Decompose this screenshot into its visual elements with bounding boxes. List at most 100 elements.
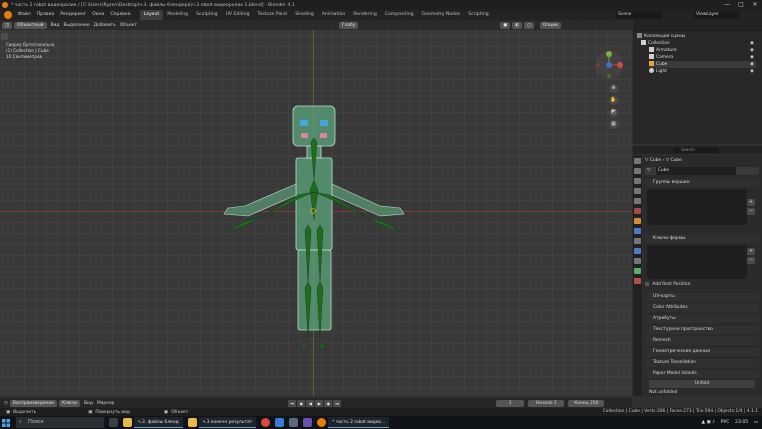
outliner-item-armature[interactable]: Armature ◉: [649, 47, 756, 54]
jump-start-button[interactable]: ⏮: [288, 399, 297, 407]
play-button[interactable]: ▶: [315, 399, 324, 407]
geometry-data-panel-header[interactable]: Геометрические данные: [645, 348, 759, 356]
add-rest-position-checkbox[interactable]: Add Rest Position: [645, 281, 759, 289]
outliner-scene-collection[interactable]: Коллекция сцены: [637, 33, 685, 40]
windows-start-button[interactable]: [0, 416, 12, 429]
paper-model-islands-panel-header[interactable]: Paper Model Islands: [645, 370, 759, 378]
taskbar-item-folder-1[interactable]: ч.3. файлы бленд: [134, 417, 183, 428]
file-explorer-icon[interactable]: [123, 418, 132, 427]
constraints-tab-icon[interactable]: [634, 258, 641, 264]
tab-scripting[interactable]: Scripting: [464, 10, 492, 20]
mesh-data-name-field[interactable]: Cube: [655, 167, 736, 175]
scene-tab-icon[interactable]: [634, 198, 641, 204]
maximize-button[interactable]: □: [734, 0, 748, 10]
modifier-tab-icon[interactable]: [634, 228, 641, 234]
output-tab-icon[interactable]: [634, 178, 641, 184]
vertex-groups-panel-header[interactable]: Группы вершин: [645, 179, 759, 187]
visibility-eye-icon[interactable]: ◉: [750, 61, 754, 68]
outliner-item-cube[interactable]: Cube ◉: [649, 61, 756, 68]
texture-tessellation-panel-header[interactable]: Texture Tessellation: [645, 359, 759, 367]
outliner-item-collection[interactable]: Collection ◉: [641, 40, 756, 47]
data-block-selector[interactable]: ▽ Cube: [645, 167, 759, 175]
tab-modeling[interactable]: Modeling: [163, 10, 192, 20]
tab-geometry-nodes[interactable]: Geometry Nodes: [418, 10, 465, 20]
add-shape-key-button[interactable]: +: [747, 248, 755, 255]
menu-render[interactable]: Рендеринг: [57, 10, 89, 20]
physics-tab-icon[interactable]: [634, 248, 641, 254]
blender-logo-icon[interactable]: [4, 11, 12, 19]
taskbar-item-folder-2[interactable]: ч.3 конечн результат: [198, 417, 257, 428]
play-reverse-button[interactable]: ◀: [306, 399, 315, 407]
media-icon[interactable]: [303, 418, 313, 427]
particles-tab-icon[interactable]: [634, 238, 641, 244]
outliner-item-light[interactable]: Light ◉: [649, 68, 756, 75]
visibility-eye-icon[interactable]: ◉: [750, 47, 754, 54]
menu-help[interactable]: Справка: [107, 10, 133, 20]
shape-keys-panel-header[interactable]: Ключи формы: [645, 235, 759, 243]
render-tab-icon[interactable]: [634, 168, 641, 174]
chrome-icon[interactable]: [261, 418, 271, 427]
visibility-eye-icon[interactable]: ◉: [750, 68, 754, 75]
view-layer-tab-icon[interactable]: [634, 188, 641, 194]
properties-search[interactable]: Search: [673, 147, 719, 153]
windows-taskbar: ⌕ Поиск ч.3. файлы бленд ч.3 конечн резу…: [0, 416, 762, 429]
object-tab-icon[interactable]: [634, 218, 641, 224]
material-tab-icon[interactable]: [634, 278, 641, 284]
store-icon[interactable]: [289, 418, 299, 427]
remove-vertex-group-button[interactable]: −: [747, 208, 755, 215]
close-button[interactable]: ✕: [748, 0, 762, 10]
remesh-panel-header[interactable]: Remesh: [645, 337, 759, 345]
blender-taskbar-icon[interactable]: [317, 418, 327, 427]
minimize-button[interactable]: —: [720, 0, 734, 10]
end-frame-field[interactable]: Конец 250: [568, 399, 605, 407]
tab-rendering[interactable]: Rendering: [349, 10, 380, 20]
tab-sculpting[interactable]: Sculpting: [192, 10, 221, 20]
unfold-button[interactable]: Unfold: [649, 380, 755, 388]
mail-icon[interactable]: [275, 418, 285, 427]
jump-end-button[interactable]: ⏭: [333, 399, 342, 407]
tray-icons[interactable]: ▲ ▣ ♪: [701, 420, 715, 425]
visibility-eye-icon[interactable]: ◉: [750, 54, 754, 61]
color-attributes-panel-header[interactable]: Color Attributes: [645, 304, 759, 312]
taskbar-search[interactable]: ⌕ Поиск: [16, 417, 104, 428]
timeline-view-menu[interactable]: Вид: [84, 401, 93, 406]
start-frame-field[interactable]: Начало 1: [528, 399, 565, 407]
uv-maps-panel-header[interactable]: UV-карты: [645, 293, 759, 301]
tab-layout[interactable]: Layout: [139, 10, 164, 20]
tool-tab-icon[interactable]: [634, 158, 641, 164]
add-vertex-group-button[interactable]: +: [747, 199, 755, 206]
outliner-item-camera[interactable]: Camera ◉: [649, 54, 756, 61]
3d-viewport[interactable]: ◫ Объектный Вид Выделение Добавить Объек…: [0, 20, 632, 396]
shape-keys-list[interactable]: [647, 245, 747, 279]
tab-shading[interactable]: Shading: [291, 10, 318, 20]
keying-menu[interactable]: Ключи: [58, 399, 81, 407]
tab-compositing[interactable]: Compositing: [381, 10, 418, 20]
current-frame-field[interactable]: 1: [496, 399, 525, 407]
tab-animation[interactable]: Animation: [318, 10, 349, 20]
visibility-eye-icon[interactable]: ◉: [750, 40, 754, 47]
texture-space-panel-header[interactable]: Текстурное пространство: [645, 326, 759, 334]
task-view-icon[interactable]: [109, 418, 118, 427]
notifications-icon[interactable]: ▭: [754, 420, 758, 425]
world-tab-icon[interactable]: [634, 208, 641, 214]
vertex-groups-list[interactable]: [647, 189, 747, 225]
taskbar-item-blender[interactable]: * часть 2 robot видео...: [328, 417, 390, 428]
next-keyframe-button[interactable]: ◆: [324, 399, 333, 407]
attributes-panel-header[interactable]: Атрибуты: [645, 315, 759, 323]
playback-menu[interactable]: Воспроизведение: [9, 399, 57, 407]
menu-edit[interactable]: Правка: [34, 10, 57, 20]
menu-file[interactable]: Файл: [15, 10, 34, 20]
clock[interactable]: 23:05: [735, 420, 748, 425]
scene-selector[interactable]: Scene: [616, 11, 662, 19]
keyboard-language[interactable]: РУС: [721, 420, 730, 425]
timeline-marker-menu[interactable]: Маркер: [97, 401, 114, 406]
robot-model[interactable]: [0, 20, 632, 396]
timeline-editor-icon[interactable]: ◷: [4, 401, 8, 406]
tab-texture-paint[interactable]: Texture Paint: [254, 10, 292, 20]
view-layer-selector[interactable]: ViewLayer: [694, 11, 740, 19]
tab-uv-editing[interactable]: UV Editing: [222, 10, 254, 20]
menu-window[interactable]: Окно: [89, 10, 107, 20]
mesh-data-tab-icon[interactable]: [634, 268, 641, 274]
remove-shape-key-button[interactable]: −: [747, 257, 755, 264]
prev-keyframe-button[interactable]: ◆: [297, 399, 306, 407]
